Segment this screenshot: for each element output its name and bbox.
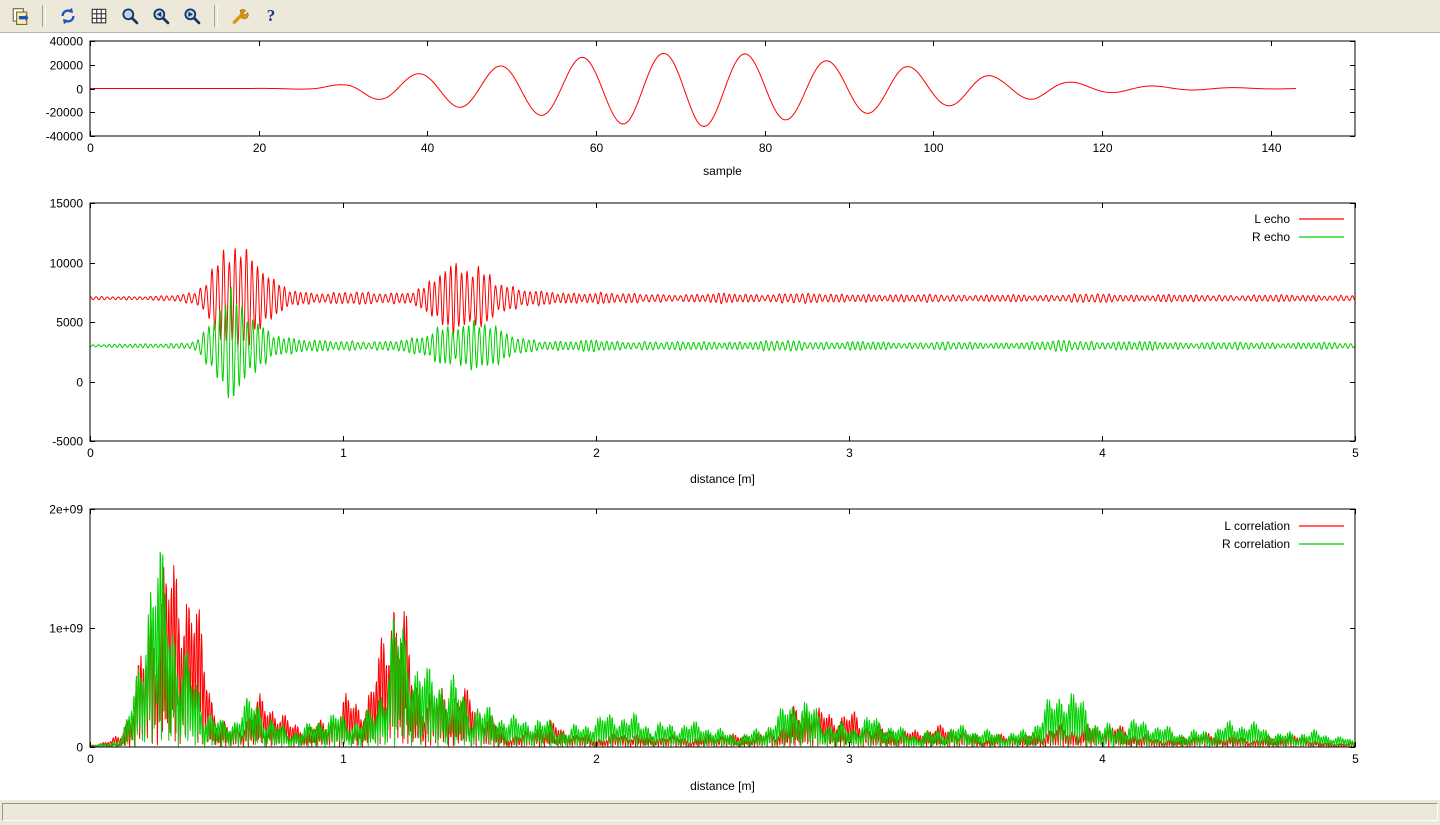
toolbar-separator — [214, 5, 218, 27]
x-tick-label: 60 — [590, 141, 604, 155]
legend-label: L echo — [1254, 212, 1290, 226]
zoom-next-button[interactable] — [178, 3, 206, 29]
zoom-button[interactable] — [116, 3, 144, 29]
x-tick-label: 2 — [593, 446, 600, 460]
x-axis-label: distance [m] — [690, 472, 755, 486]
r-correlation-series — [90, 552, 1355, 747]
y-tick-label: 40000 — [50, 35, 84, 49]
x-tick-label: 40 — [421, 141, 435, 155]
x-tick-label: 100 — [923, 141, 943, 155]
y-tick-label: 0 — [76, 376, 83, 390]
zoom-previous-button[interactable] — [147, 3, 175, 29]
x-tick-label: 120 — [1092, 141, 1112, 155]
x-axis-label: sample — [703, 164, 742, 178]
y-tick-label: 2e+09 — [49, 503, 83, 517]
legend-label: L correlation — [1224, 519, 1290, 533]
config-wrench-icon — [231, 7, 249, 25]
toolbar-separator — [42, 5, 46, 27]
x-tick-label: 3 — [846, 752, 853, 766]
plot-border — [90, 203, 1355, 441]
x-tick-label: 140 — [1261, 141, 1281, 155]
y-tick-label: 0 — [76, 83, 83, 97]
l-correlation-series — [90, 566, 1355, 747]
r-echo-series — [90, 287, 1355, 397]
copy-to-clipboard-button[interactable] — [6, 3, 34, 29]
plot-area[interactable]: 02040608010012014040000200000-20000-4000… — [0, 33, 1440, 799]
status-text — [2, 803, 1438, 821]
y-tick-label: 0 — [76, 741, 83, 755]
x-tick-label: 0 — [87, 752, 94, 766]
status-bar — [0, 799, 1440, 825]
x-tick-label: 1 — [340, 752, 347, 766]
x-tick-label: 3 — [846, 446, 853, 460]
grid-toggle-button[interactable] — [85, 3, 113, 29]
toolbar: ? — [0, 0, 1440, 33]
y-tick-label: 5000 — [56, 316, 83, 330]
replot-button[interactable] — [54, 3, 82, 29]
transmit-pulse-series — [90, 53, 1296, 126]
gnuplot-window: ? 02040608010012014040000200000-20000-40… — [0, 0, 1440, 825]
x-tick-label: 0 — [87, 141, 94, 155]
y-tick-label: -40000 — [46, 130, 84, 144]
help-icon: ? — [267, 6, 276, 26]
copy-to-clipboard-icon — [11, 7, 29, 25]
x-tick-label: 5 — [1352, 752, 1359, 766]
grid-toggle-icon — [90, 7, 108, 25]
plots-svg[interactable]: 02040608010012014040000200000-20000-4000… — [0, 33, 1440, 800]
l-echo-series — [90, 249, 1355, 347]
y-tick-label: 1e+09 — [49, 622, 83, 636]
zoom-icon — [121, 7, 139, 25]
x-tick-label: 80 — [759, 141, 773, 155]
x-tick-label: 20 — [253, 141, 267, 155]
x-axis-label: distance [m] — [690, 779, 755, 793]
legend-label: R correlation — [1222, 537, 1290, 551]
y-tick-label: -20000 — [46, 106, 84, 120]
x-tick-label: 4 — [1099, 446, 1106, 460]
zoom-previous-icon — [152, 7, 170, 25]
help-button[interactable]: ? — [257, 3, 285, 29]
y-tick-label: 10000 — [50, 257, 84, 271]
x-tick-label: 4 — [1099, 752, 1106, 766]
y-tick-label: 15000 — [50, 197, 84, 211]
y-tick-label: 20000 — [50, 59, 84, 73]
x-tick-label: 1 — [340, 446, 347, 460]
zoom-next-icon — [183, 7, 201, 25]
x-tick-label: 2 — [593, 752, 600, 766]
plot-border — [90, 509, 1355, 747]
legend-label: R echo — [1252, 230, 1290, 244]
y-tick-label: -5000 — [52, 435, 83, 449]
x-tick-label: 5 — [1352, 446, 1359, 460]
config-button[interactable] — [226, 3, 254, 29]
replot-icon — [59, 7, 77, 25]
x-tick-label: 0 — [87, 446, 94, 460]
